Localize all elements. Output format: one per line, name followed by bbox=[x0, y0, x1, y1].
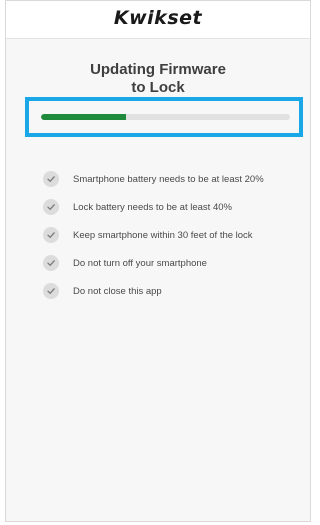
kwikset-logo: Kwikset bbox=[113, 7, 203, 29]
firmware-progress-fill bbox=[41, 114, 126, 120]
checkmark-icon bbox=[43, 255, 59, 271]
page-title-line-1: Updating Firmware bbox=[90, 61, 226, 78]
checklist-item-label: Do not turn off your smartphone bbox=[73, 257, 207, 269]
page-title: Updating Firmware to Lock bbox=[6, 61, 310, 97]
checklist-item-label: Lock battery needs to be at least 40% bbox=[73, 201, 232, 213]
checklist-item: Lock battery needs to be at least 40% bbox=[43, 193, 303, 221]
firmware-progress-track bbox=[41, 114, 290, 120]
requirements-checklist: Smartphone battery needs to be at least … bbox=[43, 165, 303, 305]
checklist-item: Do not close this app bbox=[43, 277, 303, 305]
checklist-item: Smartphone battery needs to be at least … bbox=[43, 165, 303, 193]
checkmark-icon bbox=[43, 199, 59, 215]
checklist-item: Do not turn off your smartphone bbox=[43, 249, 303, 277]
checkmark-icon bbox=[43, 283, 59, 299]
app-screen: Kwikset Updating Firmware to Lock Smartp… bbox=[5, 0, 311, 522]
checklist-item-label: Do not close this app bbox=[73, 285, 162, 297]
page-title-line-2: to Lock bbox=[131, 79, 185, 96]
checklist-item-label: Keep smartphone within 30 feet of the lo… bbox=[73, 229, 253, 241]
checklist-item: Keep smartphone within 30 feet of the lo… bbox=[43, 221, 303, 249]
checkmark-icon bbox=[43, 227, 59, 243]
app-header: Kwikset bbox=[6, 1, 310, 39]
progress-highlight-box bbox=[25, 97, 303, 137]
checkmark-icon bbox=[43, 171, 59, 187]
checklist-item-label: Smartphone battery needs to be at least … bbox=[73, 173, 264, 185]
